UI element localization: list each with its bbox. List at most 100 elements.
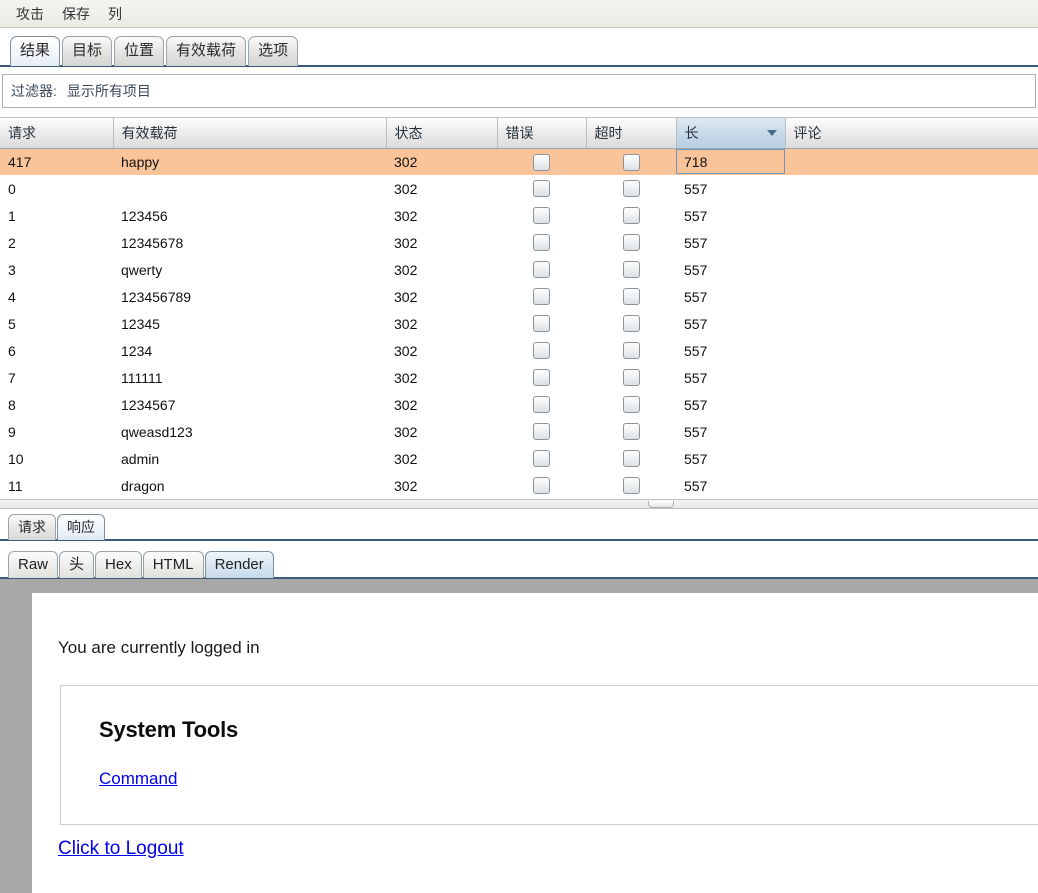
cell-payload: 123456789	[121, 288, 192, 305]
table-row[interactable]: 7 111111 302 557	[0, 364, 1038, 391]
timeout-checkbox[interactable]	[622, 153, 640, 171]
cell-status: 302	[394, 342, 418, 359]
column-header-status[interactable]: 状态	[386, 118, 498, 149]
cell-timeout	[586, 445, 676, 472]
timeout-checkbox[interactable]	[622, 342, 640, 360]
error-checkbox[interactable]	[533, 288, 550, 306]
timeout-checkbox[interactable]	[622, 315, 640, 333]
tab-raw[interactable]: Raw	[8, 551, 59, 578]
cell-comment	[785, 391, 1038, 418]
error-checkbox[interactable]	[533, 450, 550, 468]
error-checkbox[interactable]	[533, 477, 550, 495]
table-row[interactable]: 3 qwerty 302 557	[0, 256, 1038, 283]
timeout-checkbox[interactable]	[622, 288, 640, 306]
cell-payload	[113, 175, 386, 202]
burp-intruder-attack-window: 攻击 保存 列 结果 目标 位置 有效载荷 选项 过滤器: 显示所有项目 请求 …	[0, 0, 1038, 893]
focused-cell[interactable]: 718	[676, 149, 785, 175]
timeout-checkbox[interactable]	[622, 180, 640, 198]
cell-request: 4	[8, 288, 16, 305]
column-header-error[interactable]: 错误	[497, 118, 587, 149]
tab-headers[interactable]: 头	[59, 551, 95, 578]
cell-error	[497, 445, 586, 472]
error-checkbox[interactable]	[533, 153, 550, 171]
cell-payload: qweasd123	[121, 423, 193, 440]
tab-hex[interactable]: Hex	[95, 551, 142, 578]
table-row[interactable]: 5 12345 302 557	[0, 310, 1038, 337]
filter-bar[interactable]: 过滤器: 显示所有项目	[2, 74, 1036, 108]
tab-render[interactable]: Render	[204, 551, 274, 578]
cell-payload: 12345	[121, 315, 160, 332]
cell-error	[497, 391, 586, 418]
column-header-payload[interactable]: 有效载荷	[113, 118, 387, 149]
error-checkbox[interactable]	[533, 180, 550, 198]
table-row[interactable]: 4 123456789 302 557	[0, 283, 1038, 310]
command-link[interactable]: Command	[99, 769, 177, 789]
table-row[interactable]: 9 qweasd123 302 557	[0, 418, 1038, 445]
tab-html[interactable]: HTML	[142, 551, 204, 578]
cell-error	[497, 472, 586, 499]
cell-status: 302	[394, 315, 418, 332]
tab-response[interactable]: 响应	[57, 514, 105, 540]
error-checkbox[interactable]	[533, 315, 550, 333]
column-header-comment[interactable]: 评论	[785, 118, 1038, 149]
table-row[interactable]: 417 happy 302 718	[0, 148, 1038, 175]
tab-request[interactable]: 请求	[8, 514, 56, 540]
error-checkbox[interactable]	[533, 369, 550, 387]
cell-request: 6	[8, 342, 16, 359]
menu-item-attack[interactable]: 攻击	[8, 2, 52, 26]
cell-status: 302	[394, 180, 418, 197]
cell-request: 417	[0, 148, 113, 175]
table-row[interactable]: 2 12345678 302 557	[0, 229, 1038, 256]
cell-status: 302	[394, 288, 418, 305]
cell-length: 718	[676, 148, 785, 175]
tab-results[interactable]: 结果	[10, 36, 61, 66]
error-checkbox[interactable]	[533, 234, 550, 252]
timeout-checkbox[interactable]	[622, 423, 640, 441]
timeout-checkbox[interactable]	[622, 450, 640, 468]
cell-error	[497, 337, 586, 364]
cell-length: 557	[684, 288, 708, 305]
cell-error	[497, 364, 586, 391]
splitter-grip-handle[interactable]	[648, 501, 674, 508]
column-header-request[interactable]: 请求	[0, 118, 114, 149]
cell-request: 0	[8, 180, 16, 197]
column-header-length[interactable]: 长	[676, 118, 786, 149]
horizontal-splitter[interactable]	[0, 499, 1038, 509]
results-table-container[interactable]: 请求 有效载荷 状态 错误 超时 长 评论 417 happy 302 718 0 302…	[0, 117, 1038, 499]
cell-comment	[785, 364, 1038, 391]
column-header-timeout[interactable]: 超时	[586, 118, 677, 149]
menu-item-columns[interactable]: 列	[100, 2, 130, 26]
error-checkbox[interactable]	[533, 423, 550, 441]
table-row[interactable]: 6 1234 302 557	[0, 337, 1038, 364]
cell-length: 557	[684, 207, 708, 224]
cell-status: 302	[394, 261, 418, 278]
cell-error	[497, 148, 586, 175]
timeout-checkbox[interactable]	[622, 234, 640, 252]
timeout-checkbox[interactable]	[622, 369, 640, 387]
tab-payloads[interactable]: 有效载荷	[166, 36, 247, 66]
error-checkbox[interactable]	[533, 342, 550, 360]
filter-value: 显示所有项目	[66, 83, 151, 99]
tab-target[interactable]: 目标	[62, 36, 113, 66]
timeout-checkbox[interactable]	[622, 261, 640, 279]
cell-comment	[785, 337, 1038, 364]
tab-options[interactable]: 选项	[248, 36, 299, 66]
filter-label: 过滤器:	[11, 83, 57, 99]
timeout-checkbox[interactable]	[622, 477, 640, 495]
error-checkbox[interactable]	[533, 261, 550, 279]
tab-positions[interactable]: 位置	[114, 36, 165, 66]
error-checkbox[interactable]	[533, 207, 550, 225]
table-row[interactable]: 8 1234567 302 557	[0, 391, 1038, 418]
error-checkbox[interactable]	[533, 396, 550, 414]
cell-comment	[785, 445, 1038, 472]
logout-link[interactable]: Click to Logout	[58, 838, 184, 860]
table-row[interactable]: 0 302 557	[0, 175, 1038, 202]
table-row[interactable]: 10 admin 302 557	[0, 445, 1038, 472]
cell-request: 8	[8, 396, 16, 413]
timeout-checkbox[interactable]	[622, 396, 640, 414]
table-row[interactable]: 11 dragon 302 557	[0, 472, 1038, 499]
timeout-checkbox[interactable]	[622, 207, 640, 225]
table-row[interactable]: 1 123456 302 557	[0, 202, 1038, 229]
logged-in-status-text: You are currently logged in	[58, 638, 260, 657]
menu-item-save[interactable]: 保存	[54, 2, 98, 26]
